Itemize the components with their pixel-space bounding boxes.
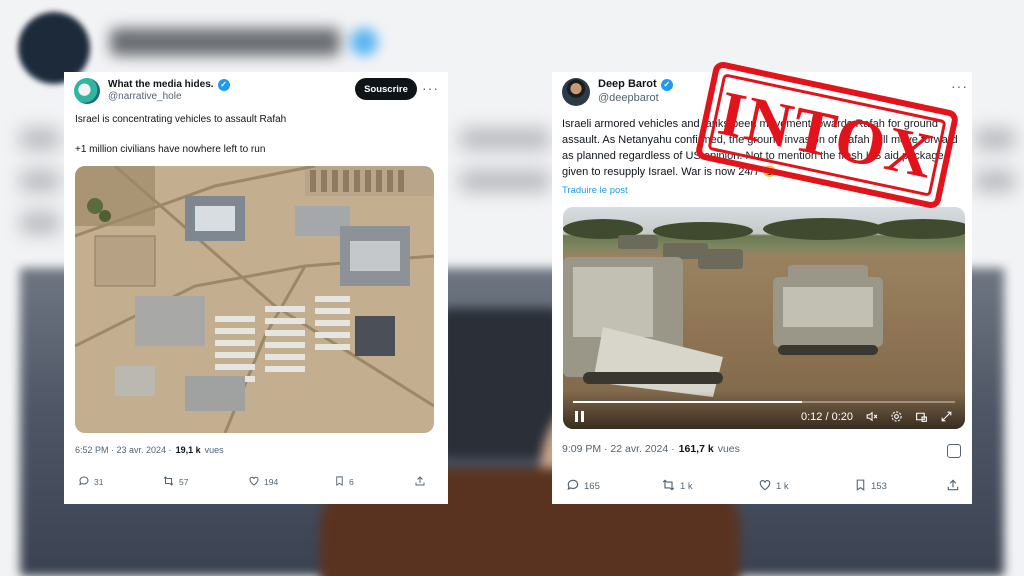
repost-count: 1 k: [680, 481, 693, 492]
background-text-line: [460, 170, 550, 192]
grok-icon[interactable]: [947, 444, 961, 458]
volume-icon[interactable]: [865, 410, 878, 423]
heart-icon: [758, 478, 772, 495]
like-count: 194: [264, 477, 279, 487]
verified-badge-icon: ✓: [660, 79, 673, 92]
tweet-header: Deep Barot ✓ @deepbarot: [562, 78, 673, 106]
reply-button[interactable]: 31: [78, 475, 162, 489]
verified-badge-icon: ✓: [217, 78, 230, 91]
bookmark-count: 6: [349, 477, 354, 487]
tweet-actions: 165 1 k 1 k 153: [566, 478, 962, 495]
repost-button[interactable]: 57: [162, 475, 248, 489]
fullscreen-icon[interactable]: [940, 410, 953, 423]
background-verified-badge: [350, 28, 378, 56]
tweet-meta: 9:09 PM · 22 avr. 2024 · 161,7 k vues: [562, 443, 740, 455]
bookmark-icon: [334, 475, 345, 489]
display-name[interactable]: What the media hides.: [108, 79, 214, 92]
background-text-line: [975, 170, 1015, 192]
background-text-line: [975, 128, 1015, 150]
tweet-text-line2: +1 million civilians have nowhere left t…: [75, 144, 266, 155]
share-icon: [414, 475, 426, 489]
views-label: vues: [204, 445, 224, 455]
reply-icon: [566, 478, 580, 495]
reply-count: 165: [584, 481, 600, 492]
avatar[interactable]: [562, 78, 590, 106]
video-player[interactable]: 0:12 / 0:20: [563, 207, 965, 429]
views-label: vues: [717, 443, 740, 455]
tweet-text-line1: Israel is concentrating vehicles to assa…: [75, 114, 287, 125]
views-count: 19,1 k: [175, 445, 201, 455]
background-text-line: [20, 170, 60, 192]
bookmark-button[interactable]: 6: [334, 475, 414, 489]
handle[interactable]: @narrative_hole: [108, 91, 230, 104]
more-options-icon[interactable]: ···: [422, 80, 439, 96]
translate-link[interactable]: Traduire le post: [562, 185, 628, 196]
repost-count: 57: [179, 477, 189, 487]
background-text-line: [20, 128, 60, 150]
reply-count: 31: [94, 477, 104, 487]
share-button[interactable]: [946, 478, 960, 495]
heart-icon: [248, 475, 260, 489]
background-text-line: [20, 212, 60, 234]
video-controls: 0:12 / 0:20: [563, 391, 965, 429]
tweet-header: What the media hides. ✓ @narrative_hole: [74, 78, 230, 104]
background-text-line: [460, 128, 550, 150]
more-options-icon[interactable]: ···: [951, 78, 968, 94]
like-count: 1 k: [776, 481, 789, 492]
avatar[interactable]: [74, 78, 100, 104]
video-time: 0:12 / 0:20: [801, 410, 853, 423]
satellite-image-graphic: [75, 166, 434, 433]
settings-gear-icon[interactable]: [890, 410, 903, 423]
background-name: [110, 28, 340, 56]
tweet-card-left: What the media hides. ✓ @narrative_hole …: [64, 72, 448, 504]
reply-icon: [78, 475, 90, 489]
bookmark-button[interactable]: 153: [854, 478, 946, 495]
handle[interactable]: @deepbarot: [598, 92, 673, 106]
subscribe-button[interactable]: Souscrire: [355, 78, 417, 100]
bookmark-count: 153: [871, 481, 887, 492]
timestamp[interactable]: 9:09 PM · 22 avr. 2024 ·: [562, 443, 675, 455]
tweet-actions: 31 57 194 6: [78, 475, 434, 489]
timestamp[interactable]: 6:52 PM · 23 avr. 2024 ·: [75, 445, 172, 455]
share-button[interactable]: [414, 475, 426, 489]
repost-icon: [661, 478, 676, 495]
video-progress-bar[interactable]: [573, 401, 955, 403]
picture-in-picture-icon[interactable]: [915, 410, 928, 423]
share-icon: [946, 478, 960, 495]
like-button[interactable]: 194: [248, 475, 334, 489]
repost-icon: [162, 475, 175, 489]
tweet-meta: 6:52 PM · 23 avr. 2024 · 19,1 k vues: [75, 445, 224, 455]
bookmark-icon: [854, 478, 867, 495]
like-button[interactable]: 1 k: [758, 478, 854, 495]
reply-button[interactable]: 165: [566, 478, 661, 495]
views-count: 161,7 k: [678, 443, 714, 455]
display-name[interactable]: Deep Barot: [598, 78, 657, 92]
repost-button[interactable]: 1 k: [661, 478, 758, 495]
satellite-image[interactable]: [75, 166, 434, 433]
video-progress-fill: [573, 401, 803, 403]
pause-icon[interactable]: [575, 411, 584, 422]
